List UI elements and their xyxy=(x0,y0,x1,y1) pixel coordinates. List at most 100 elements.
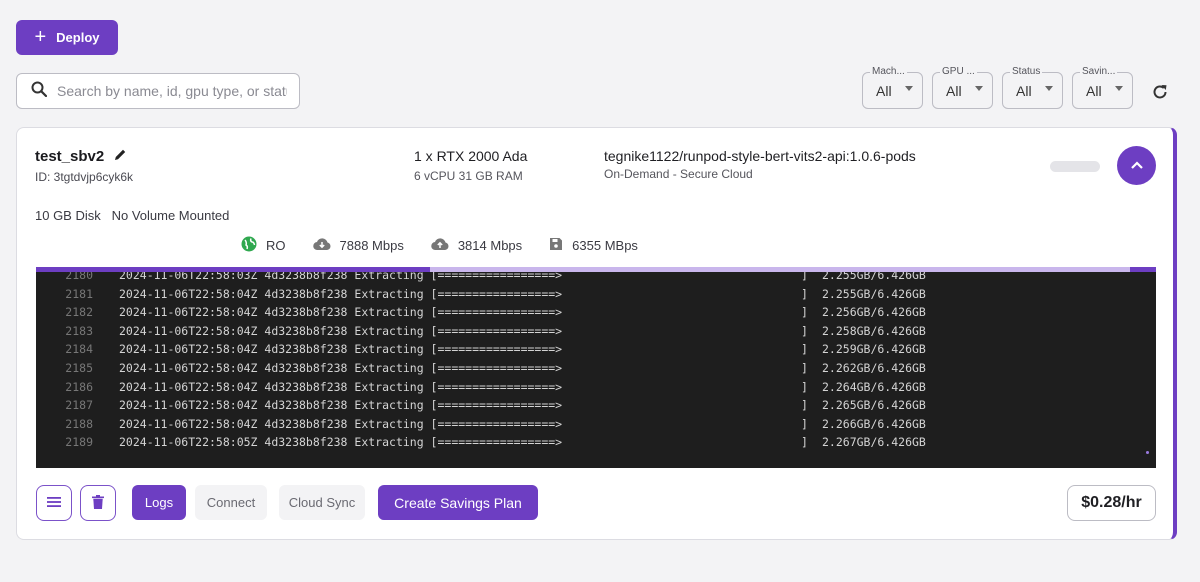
create-savings-plan-button[interactable]: Create Savings Plan xyxy=(378,485,538,520)
status-pill xyxy=(1050,161,1100,172)
log-line-number: 2184 xyxy=(65,342,93,357)
log-line-size: 2.267GB/6.426GB xyxy=(822,435,926,450)
download-speed: 7888 Mbps xyxy=(339,237,404,253)
log-line: 2182 2024-11-06T22:58:04Z 4d3238b8f238 Ex… xyxy=(36,305,926,324)
cloud-upload-icon xyxy=(431,237,449,254)
log-line-text: 2024-11-06T22:58:04Z 4d3238b8f238 Extrac… xyxy=(119,379,563,394)
log-line-number: 2180 xyxy=(65,272,93,282)
log-line-size: 2.258GB/6.426GB xyxy=(822,323,926,338)
machine-filter[interactable]: Mach... All xyxy=(862,66,923,109)
log-line-size: 2.259GB/6.426GB xyxy=(822,342,926,357)
disk-info: 10 GB Disk No Volume Mounted xyxy=(35,208,229,223)
log-line: 2180 2024-11-06T22:58:03Z 4d3238b8f238 Ex… xyxy=(36,272,926,287)
gpu-filter[interactable]: GPU ... All xyxy=(932,66,993,109)
pencil-icon[interactable] xyxy=(114,148,127,165)
plus-icon: + xyxy=(34,25,47,48)
pod-card: test_sbv2 ID: 3tgtdvjp6cyk6k 1 x RTX 200… xyxy=(16,127,1177,540)
log-bracket: ] xyxy=(801,416,808,431)
status-filter[interactable]: Status All xyxy=(1002,66,1063,109)
log-line: 2187 2024-11-06T22:58:04Z 4d3238b8f238 Ex… xyxy=(36,398,926,417)
log-line-number: 2189 xyxy=(65,435,93,450)
log-line-text: 2024-11-06T22:58:04Z 4d3238b8f238 Extrac… xyxy=(119,323,563,338)
chevron-down-icon xyxy=(905,86,913,91)
log-bracket: ] xyxy=(801,379,808,394)
log-bracket: ] xyxy=(801,272,808,282)
log-line-size: 2.255GB/6.426GB xyxy=(822,286,926,301)
chevron-down-icon xyxy=(1115,86,1123,91)
gpu-filter-value: All xyxy=(946,82,962,99)
hourly-price: $0.28/hr xyxy=(1067,485,1156,521)
log-bracket: ] xyxy=(801,435,808,450)
log-line-number: 2181 xyxy=(65,286,93,301)
log-line-size: 2.255GB/6.426GB xyxy=(822,272,926,282)
connect-button[interactable]: Connect xyxy=(195,485,267,520)
refresh-icon[interactable] xyxy=(1150,82,1170,102)
scroll-indicator xyxy=(1146,451,1149,454)
log-line-number: 2187 xyxy=(65,398,93,413)
globe-icon xyxy=(241,236,257,255)
trash-icon xyxy=(92,494,104,512)
log-bracket: ] xyxy=(801,286,808,301)
log-line: 2189 2024-11-06T22:58:05Z 4d3238b8f238 Ex… xyxy=(36,435,926,454)
log-viewer[interactable]: 2180 2024-11-06T22:58:03Z 4d3238b8f238 Ex… xyxy=(36,272,1156,468)
log-line-size: 2.256GB/6.426GB xyxy=(822,305,926,320)
pod-cloud-type: On-Demand - Secure Cloud xyxy=(604,167,753,181)
network-stats: RO 7888 Mbps 3814 Mbps 6355 MBps xyxy=(241,236,665,254)
chevron-down-icon xyxy=(975,86,983,91)
gpu-filter-label: GPU ... xyxy=(940,66,977,77)
log-line-text: 2024-11-06T22:58:04Z 4d3238b8f238 Extrac… xyxy=(119,361,563,375)
savings-filter[interactable]: Savin... All xyxy=(1072,66,1133,109)
log-line: 2188 2024-11-06T22:58:04Z 4d3238b8f238 Ex… xyxy=(36,416,926,436)
log-line-text: 2024-11-06T22:58:04Z 4d3238b8f238 Extrac… xyxy=(119,305,563,320)
machine-filter-value: All xyxy=(876,82,892,99)
log-line-size: 2.265GB/6.426GB xyxy=(822,398,926,413)
log-line-size: 2.264GB/6.426GB xyxy=(822,379,926,394)
log-bracket: ] xyxy=(801,398,808,413)
log-line: 2186 2024-11-06T22:58:04Z 4d3238b8f238 Ex… xyxy=(36,379,926,399)
log-line: 2183 2024-11-06T22:58:04Z 4d3238b8f238 Ex… xyxy=(36,324,926,343)
log-line-number: 2186 xyxy=(65,379,93,394)
log-line: 2181 2024-11-06T22:58:04Z 4d3238b8f238 Ex… xyxy=(36,286,926,306)
deploy-label: Deploy xyxy=(56,30,100,45)
pod-gpu: 1 x RTX 2000 Ada xyxy=(414,148,528,164)
log-line-size: 2.266GB/6.426GB xyxy=(822,416,926,431)
log-bracket: ] xyxy=(801,323,808,338)
log-bracket: ] xyxy=(801,361,808,375)
menu-button[interactable] xyxy=(36,485,72,521)
collapse-button[interactable] xyxy=(1117,146,1156,185)
menu-icon xyxy=(47,496,61,511)
status-filter-value: All xyxy=(1016,82,1032,99)
log-line: 2185 2024-11-06T22:58:04Z 4d3238b8f238 Ex… xyxy=(36,361,926,380)
log-line: 2184 2024-11-06T22:58:04Z 4d3238b8f238 Ex… xyxy=(36,342,926,361)
volume-status: No Volume Mounted xyxy=(111,208,230,223)
pod-spec: 6 vCPU 31 GB RAM xyxy=(414,169,523,183)
savings-filter-label: Savin... xyxy=(1080,66,1118,77)
disk-speed: 6355 MBps xyxy=(572,237,638,253)
machine-filter-label: Mach... xyxy=(870,66,907,77)
log-line-text: 2024-11-06T22:58:03Z 4d3238b8f238 Extrac… xyxy=(119,272,563,282)
search-box[interactable] xyxy=(16,73,300,109)
savings-filter-value: All xyxy=(1086,82,1102,99)
cloud-sync-button[interactable]: Cloud Sync xyxy=(279,485,365,520)
chevron-down-icon xyxy=(1045,86,1053,91)
pod-name-row: test_sbv2 xyxy=(35,148,127,165)
deploy-button[interactable]: + Deploy xyxy=(16,20,118,55)
pod-image: tegnike1122/runpod-style-bert-vits2-api:… xyxy=(604,148,916,164)
log-bracket: ] xyxy=(801,342,808,357)
log-line-text: 2024-11-06T22:58:04Z 4d3238b8f238 Extrac… xyxy=(119,398,563,413)
log-line-number: 2188 xyxy=(65,416,93,431)
cloud-download-icon xyxy=(312,237,331,254)
log-line-number: 2182 xyxy=(65,305,93,320)
log-line-text: 2024-11-06T22:58:04Z 4d3238b8f238 Extrac… xyxy=(119,416,563,431)
status-filter-label: Status xyxy=(1010,66,1043,77)
search-input[interactable] xyxy=(57,83,287,99)
log-line-text: 2024-11-06T22:58:04Z 4d3238b8f238 Extrac… xyxy=(119,342,563,357)
pod-name: test_sbv2 xyxy=(35,148,105,165)
upload-speed: 3814 Mbps xyxy=(457,237,523,253)
logs-button[interactable]: Logs xyxy=(132,485,186,520)
region-code: RO xyxy=(266,237,286,253)
log-line-size: 2.262GB/6.426GB xyxy=(822,361,926,375)
log-bracket: ] xyxy=(801,305,808,320)
delete-button[interactable] xyxy=(80,485,116,521)
log-line-text: 2024-11-06T22:58:04Z 4d3238b8f238 Extrac… xyxy=(119,286,563,301)
